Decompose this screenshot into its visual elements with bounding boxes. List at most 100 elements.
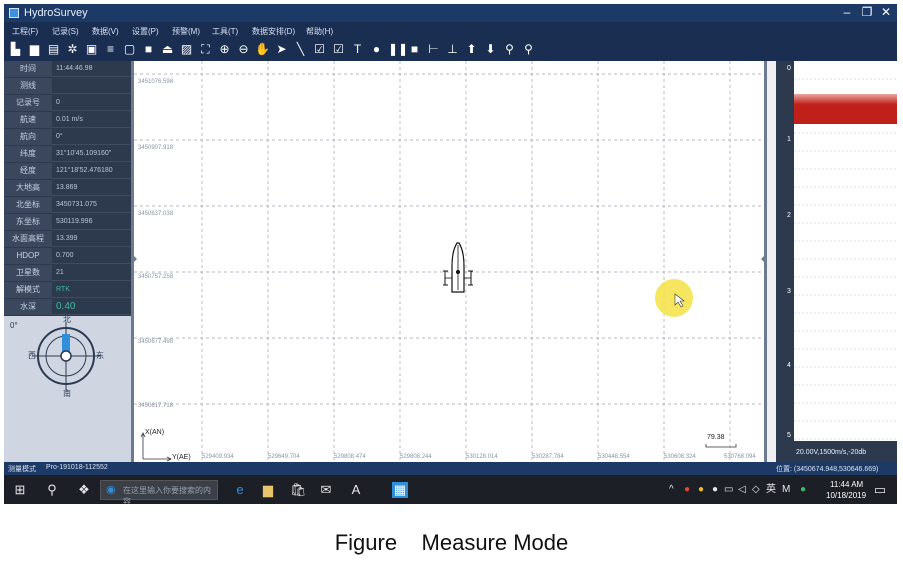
echogram-panel[interactable]: 0 1 2 3 4 5 20.00V,1500m/s,-20db [776, 61, 897, 462]
axis-indicator [140, 432, 172, 462]
menu-alert[interactable]: 预警(M) [172, 26, 200, 37]
title-bar: HydroSurvey – ❐ ✕ [4, 4, 897, 22]
tray-app-icon[interactable]: ● [698, 484, 704, 496]
north-tick-label: 3450617.718 [138, 403, 174, 409]
volume-icon[interactable]: ◁ [738, 484, 746, 496]
line-tool-icon[interactable]: ╲ [293, 42, 308, 57]
depth-tick-label: 1 [787, 136, 791, 143]
scale-bar [705, 444, 737, 448]
info-row-easting: 东坐标 530119.996 [4, 214, 131, 230]
fit-width-icon[interactable]: ⊢ [426, 42, 441, 57]
network-icon[interactable]: ◇ [752, 484, 760, 496]
compass-west-label: 西 [28, 351, 36, 360]
depth-tick-label: 2 [787, 212, 791, 219]
tray-app-icon[interactable]: ● [684, 484, 690, 496]
east-tick-label: 530448.554 [598, 454, 630, 460]
mail-icon[interactable]: ✉ [318, 482, 334, 498]
info-row-speed: 航速 0.01 m/s [4, 112, 131, 128]
battery-icon[interactable]: ▭ [724, 484, 733, 496]
store-icon[interactable]: 🛍 [290, 482, 307, 498]
save-icon[interactable]: ▤ [46, 42, 61, 57]
menu-help[interactable]: 帮助(H) [306, 26, 333, 37]
menu-tools[interactable]: 工具(T) [212, 26, 238, 37]
menu-data[interactable]: 数据(V) [92, 26, 119, 37]
app-ap-icon[interactable]: A [348, 482, 364, 498]
video-icon[interactable]: ■ [141, 42, 156, 57]
stop-icon[interactable]: ■ [407, 42, 422, 57]
figure-caption: Figure Measure Mode [334, 530, 569, 555]
fit-view-icon[interactable]: ⛶ [198, 42, 213, 57]
cursor-highlight [655, 279, 693, 317]
info-row-time: 时间 11:44:46.98 [4, 61, 131, 77]
boat-icon[interactable]: ⏏ [160, 42, 175, 57]
zoom-in-icon[interactable]: ⊕ [217, 42, 232, 57]
menu-project[interactable]: 工程(F) [12, 26, 38, 37]
fit-height-icon[interactable]: ⊥ [445, 42, 460, 57]
status-project: Pro-191018-112552 [46, 464, 108, 471]
input-method-icon[interactable]: 英 [766, 484, 776, 496]
status-cursor-position: 位置: (3450674.948,530646.669) [776, 466, 879, 473]
clock-time[interactable]: 11:44 AM [830, 480, 863, 489]
menu-data-arrange[interactable]: 数据安排(D) [252, 26, 295, 37]
east-tick-label: 530608.324 [664, 454, 696, 460]
info-row-longitude: 经度 121°18'52.476180 [4, 163, 131, 179]
taskbar-search-box[interactable]: ◉ 在这里输入你要搜索的内容 [100, 480, 218, 504]
tray-app-icon[interactable]: ● [712, 484, 718, 496]
taskbar: ⊞ ⚲ ❖ ◉ 在这里输入你要搜索的内容 e ▆ 🛍 ✉ A ▦ ^ ● ● ●… [4, 475, 897, 504]
tray-chevron-icon[interactable]: ^ [669, 484, 674, 496]
gear-icon[interactable]: ✲ [65, 42, 80, 57]
pause-icon[interactable]: ❚❚ [388, 42, 408, 57]
info-row-satellites: 卫星数 21 [4, 265, 131, 281]
east-tick-label: 530287.784 [532, 454, 564, 460]
task-view-icon[interactable]: ❖ [76, 482, 92, 498]
ime-mode-icon[interactable]: M [782, 484, 790, 496]
scale-label: 79.38 [707, 434, 725, 441]
restore-button[interactable]: ❐ [859, 5, 875, 19]
wechat-icon[interactable]: ● [800, 484, 806, 496]
new-project-icon[interactable]: ▙ [8, 42, 23, 57]
status-bar: 测量模式 Pro-191018-112552 位置: (3450674.948,… [4, 462, 897, 475]
zoom-out-icon[interactable]: ⊖ [236, 42, 251, 57]
info-row-depth: 水深 0.40 [4, 299, 131, 315]
info-row-line: 测线 [4, 78, 131, 94]
east-tick-label: 529808.474 [334, 454, 366, 460]
pan-hand-icon[interactable]: ✋ [255, 42, 270, 57]
info-row-solution-mode: 解模式 RTK [4, 282, 131, 298]
marker-icon[interactable]: ⚲ [502, 42, 517, 57]
menu-settings[interactable]: 设置(P) [132, 26, 159, 37]
north-tick-label: 3450907.918 [138, 145, 174, 151]
info-row-water-elevation: 水面高程 13.399 [4, 231, 131, 247]
open-folder-icon[interactable]: ▆ [27, 42, 42, 57]
info-row-heading: 航向 0° [4, 129, 131, 145]
arrow-up-icon[interactable]: ⬆ [464, 42, 479, 57]
edit-icon[interactable]: ▨ [179, 42, 194, 57]
hydrosurvey-taskbar-icon[interactable]: ▦ [392, 482, 408, 498]
depth-tick-label: 0 [787, 65, 791, 72]
menu-record[interactable]: 记录(S) [52, 26, 79, 37]
check-edit-icon[interactable]: ☑ [312, 42, 327, 57]
start-menu-icon[interactable]: ⊞ [12, 482, 28, 498]
record-icon[interactable]: ● [369, 42, 384, 57]
marker-base-icon[interactable]: ⚲ [521, 42, 536, 57]
axis-y-label: Y(AE) [172, 454, 191, 461]
file-explorer-icon[interactable]: ▆ [260, 482, 276, 498]
arrow-down-icon[interactable]: ⬇ [483, 42, 498, 57]
axis-x-label: X(AN) [145, 429, 164, 436]
edit-page-icon[interactable]: ▢ [122, 42, 137, 57]
search-icon[interactable]: ⚲ [44, 482, 60, 498]
boat-icon [443, 242, 473, 293]
notifications-icon[interactable]: ▭ [872, 482, 888, 498]
image-icon[interactable]: ▣ [84, 42, 99, 57]
pointer-icon[interactable]: ➤ [274, 42, 289, 57]
map-canvas[interactable]: 3451076.598 3450907.918 3450837.038 3450… [134, 61, 764, 462]
survey-map[interactable]: 3451076.598 3450907.918 3450837.038 3450… [131, 61, 767, 462]
text-tool-icon[interactable]: T [350, 42, 365, 57]
close-button[interactable]: ✕ [878, 5, 894, 19]
clock-date[interactable]: 10/18/2019 [826, 491, 866, 500]
ruler-icon[interactable]: ≡ [103, 42, 118, 57]
north-tick-label: 3450757.258 [138, 274, 174, 280]
minimize-button[interactable]: – [839, 5, 855, 19]
edge-browser-icon[interactable]: e [232, 482, 248, 498]
check-list-icon[interactable]: ☑ [331, 42, 346, 57]
compass-panel: 0° 北 东 南 西 [4, 316, 131, 462]
